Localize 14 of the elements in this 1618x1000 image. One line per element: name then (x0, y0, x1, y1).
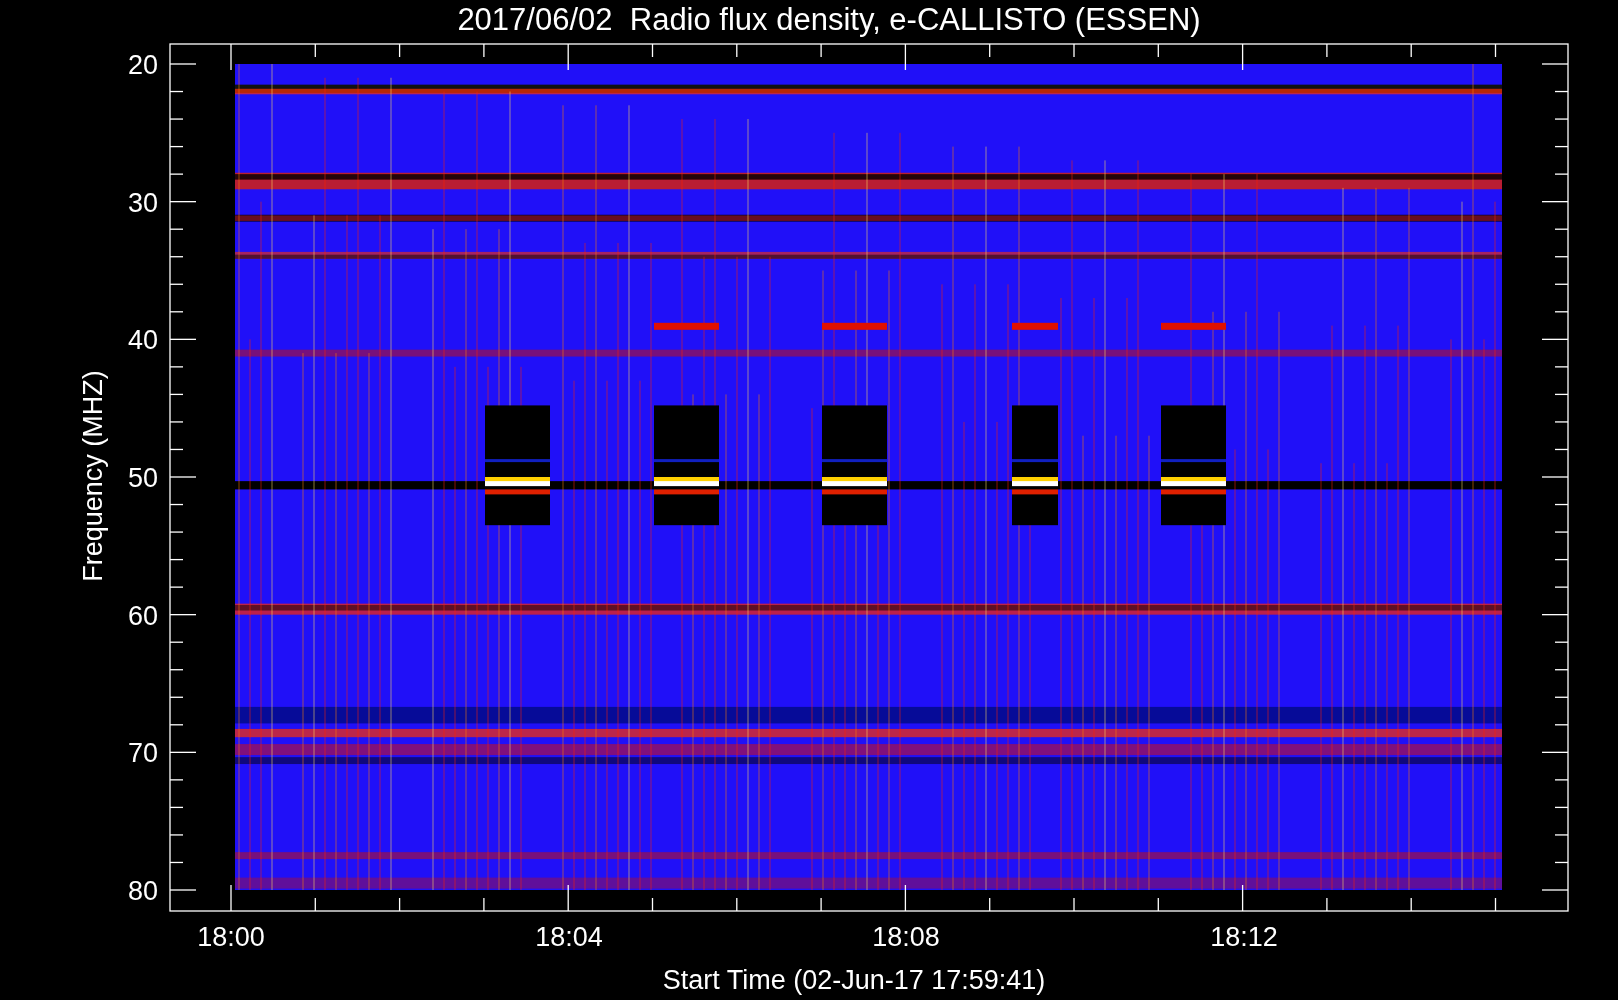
x-tick-label: 18:12 (1210, 922, 1278, 952)
plot-title: 2017/06/02 Radio flux density, e-CALLISTO (ESSEN) (456, 1, 1201, 39)
x-axis-label: Start Time (02-Jun-17 17:59:41) (661, 963, 1046, 997)
x-tick-label: 18:00 (197, 922, 265, 952)
x-tick-label: 18:04 (535, 922, 603, 952)
y-tick-label: 30 (127, 187, 158, 218)
y-tick-label: 20 (127, 50, 158, 80)
y-tick-label: 50 (127, 463, 158, 493)
y-tick-label: 60 (127, 600, 158, 631)
y-tick-label: 80 (127, 876, 158, 906)
y-axis-label: Frequency (MHZ) (78, 370, 108, 582)
y-tick-label: 70 (127, 738, 158, 769)
x-tick-label: 18:08 (872, 922, 940, 952)
y-tick-label: 40 (127, 325, 158, 356)
